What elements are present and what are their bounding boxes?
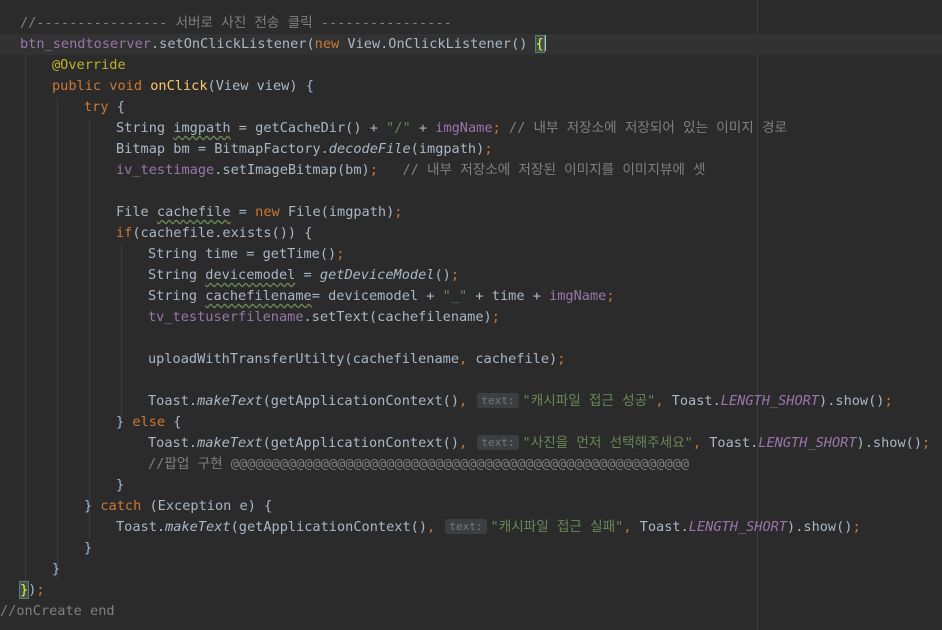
- code-line[interactable]: } else {: [0, 412, 942, 433]
- code-line[interactable]: try {: [0, 97, 942, 118]
- code-line[interactable]: String imgpath = getCacheDir() + "/" + i…: [0, 118, 942, 139]
- parameter-hint: text:: [477, 393, 519, 408]
- code-line[interactable]: }: [0, 559, 942, 580]
- code-line[interactable]: Bitmap bm = BitmapFactory.decodeFile(img…: [0, 139, 942, 160]
- code-line[interactable]: //onCreate end: [0, 601, 942, 622]
- matched-brace: {: [534, 35, 545, 53]
- parameter-hint: text:: [445, 519, 487, 534]
- code-line[interactable]: public void onClick(View view) {: [0, 76, 942, 97]
- code-line[interactable]: iv_testimage.setImageBitmap(bm); // 내부 저…: [0, 160, 942, 181]
- code-line[interactable]: String devicemodel = getDeviceModel();: [0, 265, 942, 286]
- code-line[interactable]: Toast.makeText(getApplicationContext(), …: [0, 433, 942, 454]
- code-line[interactable]: File cachefile = new File(imgpath);: [0, 202, 942, 223]
- code-line[interactable]: Toast.makeText(getApplicationContext(), …: [0, 391, 942, 412]
- code-line[interactable]: });: [0, 580, 942, 601]
- code-line[interactable]: @Override: [0, 55, 942, 76]
- code-line[interactable]: String time = getTime();: [0, 244, 942, 265]
- code-line[interactable]: uploadWithTransferUtilty(cachefilename, …: [0, 349, 942, 370]
- code-line[interactable]: }: [0, 538, 942, 559]
- text-caret: [543, 35, 546, 51]
- code-line[interactable]: }: [0, 475, 942, 496]
- code-line[interactable]: String cachefilename= devicemodel + "_" …: [0, 286, 942, 307]
- comment: //팝업 구현 @@@@@@@@@@@@@@@@@@@@@@@@@@@@@@@@…: [148, 456, 690, 472]
- code-line[interactable]: //---------------- 서버로 사진 전송 클릭 --------…: [0, 13, 942, 34]
- code-line[interactable]: Toast.makeText(getApplicationContext(), …: [0, 517, 942, 538]
- matched-brace: }: [18, 581, 30, 599]
- code-line[interactable]: //팝업 구현 @@@@@@@@@@@@@@@@@@@@@@@@@@@@@@@@…: [0, 454, 942, 475]
- code-line[interactable]: tv_testuserfilename.setText(cachefilenam…: [0, 307, 942, 328]
- code-line[interactable]: if(cachefile.exists()) {: [0, 223, 942, 244]
- code-line-current[interactable]: btn_sendtoserver.setOnClickListener(new …: [0, 34, 942, 55]
- comment: //---------------- 서버로 사진 전송 클릭 --------…: [20, 15, 452, 31]
- comment: //onCreate end: [0, 603, 115, 619]
- parameter-hint: text:: [477, 435, 519, 450]
- code-line[interactable]: } catch (Exception e) {: [0, 496, 942, 517]
- code-editor[interactable]: //---------------- 서버로 사진 전송 클릭 --------…: [0, 0, 942, 630]
